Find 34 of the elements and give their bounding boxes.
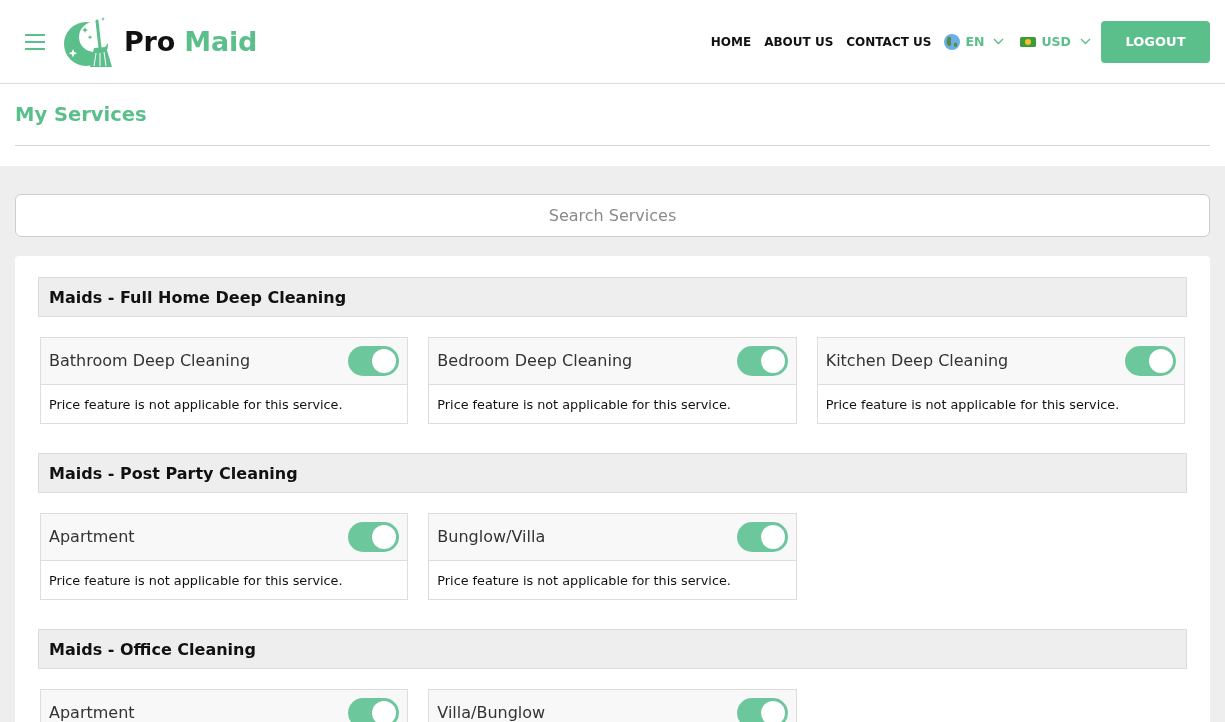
service-name: Bedroom Deep Cleaning	[437, 352, 633, 370]
price-note: Price feature is not applicable for this service.	[436, 395, 732, 414]
price-note: Price feature is not applicable for this service.	[824, 395, 1121, 414]
nav-link[interactable]: CONTACT US	[846, 34, 932, 49]
service-name: Kitchen Deep Cleaning	[825, 352, 1009, 370]
category-header: Maids - Full Home Deep Cleaning	[38, 277, 1187, 317]
chevron-down-icon	[1080, 38, 1091, 45]
category-header: Maids - Office Cleaning	[38, 629, 1187, 669]
price-note: Price feature is not applicable for this service.	[48, 395, 344, 414]
search-field[interactable]: Search Services	[15, 194, 1210, 237]
globe-icon	[944, 33, 961, 50]
toggle-switch[interactable]	[348, 522, 400, 552]
service-name: Villa/Bunglow	[437, 704, 546, 722]
toggle-switch[interactable]	[1125, 346, 1176, 376]
nav-link[interactable]: ABOUT US	[764, 34, 834, 49]
service-name: Apartment	[49, 704, 135, 722]
brand-name: Pro Maid	[124, 26, 258, 57]
toggle-switch[interactable]	[348, 346, 400, 376]
service-name: Bathroom Deep Cleaning	[49, 352, 251, 370]
toggle-switch[interactable]	[348, 698, 400, 722]
page-title: My Services	[15, 84, 1210, 146]
nav-link[interactable]: HOME	[710, 34, 752, 49]
category-header: Maids - Post Party Cleaning	[38, 453, 1187, 493]
moon-broom-logo-icon	[63, 15, 113, 68]
price-note: Price feature is not applicable for this service.	[436, 571, 732, 590]
toggle-switch[interactable]	[736, 698, 788, 722]
menu-button[interactable]	[24, 32, 46, 51]
toggle-switch[interactable]	[736, 346, 788, 376]
service-name: Bunglow/Villa	[437, 528, 546, 546]
toggle-switch[interactable]	[736, 522, 788, 552]
price-note: Price feature is not applicable for this service.	[48, 571, 344, 590]
menu-icon	[24, 32, 46, 51]
chevron-down-icon	[993, 38, 1005, 45]
service-name: Apartment	[49, 528, 135, 546]
